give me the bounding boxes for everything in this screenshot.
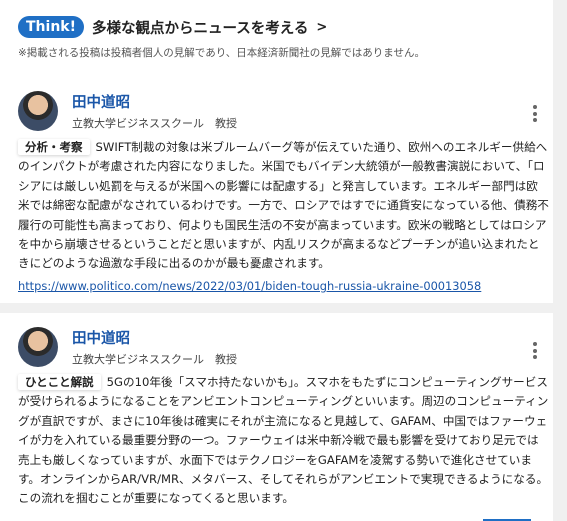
avatar[interactable] [18, 91, 58, 131]
comment-card: 田中道昭 立教大学ビジネススクール 教授 ひとこと解説 5Gの10年後「スマホ持た… [0, 313, 553, 521]
comment-card: 田中道昭 立教大学ビジネススクール 教授 分析・考察 SWIFT制裁の対象は米ブル… [0, 75, 553, 303]
more-options-icon[interactable] [533, 105, 537, 125]
think-link[interactable]: Think! 多様な観点からニュースを考える > [18, 16, 327, 38]
avatar[interactable] [18, 327, 58, 367]
author-affiliation: 立教大学ビジネススクール 教授 [72, 353, 237, 366]
source-link[interactable]: https://www.politico.com/news/2022/03/01… [18, 279, 481, 293]
comment-tag: 分析・考察 [18, 139, 90, 155]
author-name[interactable]: 田中道昭 [72, 327, 130, 348]
comment-body: ひとこと解説 5Gの10年後「スマホ持たないかも」。スマホをもたずにコンピューティ… [18, 373, 549, 509]
disclaimer-text: ※掲載される投稿は投稿者個人の見解であり、日本経済新聞社の見解ではありません。 [18, 47, 425, 59]
comment-text: SWIFT制裁の対象は米ブルームバーグ等が伝えていた通り、欧州へのエネルギー供給… [18, 140, 549, 271]
think-badge: Think! [18, 16, 84, 38]
more-options-icon[interactable] [533, 342, 537, 362]
author-affiliation: 立教大学ビジネススクール 教授 [72, 117, 237, 130]
comment-body: 分析・考察 SWIFT制裁の対象は米ブルームバーグ等が伝えていた通り、欧州へのエネ… [18, 138, 549, 274]
author-name[interactable]: 田中道昭 [72, 91, 130, 112]
think-title[interactable]: 多様な観点からニュースを考える [92, 17, 308, 38]
chevron-right-icon[interactable]: > [316, 20, 327, 35]
comment-text: 5Gの10年後「スマホ持たないかも」。スマホをもたずにコンピューティングサービス… [18, 375, 549, 506]
comment-tag: ひとこと解説 [18, 374, 101, 390]
